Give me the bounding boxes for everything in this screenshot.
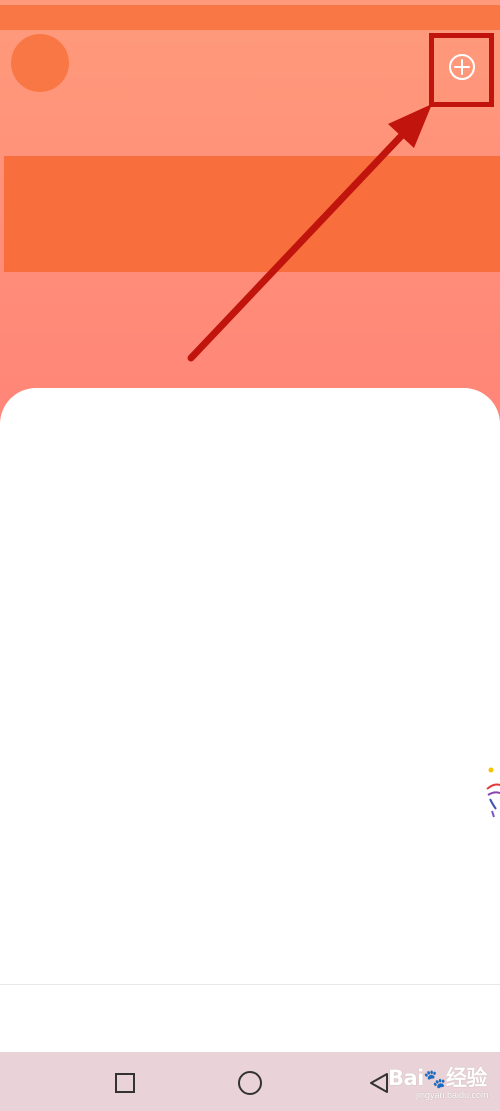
- status-bar: [0, 5, 500, 30]
- home-button[interactable]: [235, 1068, 265, 1098]
- add-button[interactable]: [443, 48, 481, 86]
- plus-circle-icon: [449, 54, 475, 80]
- recents-button[interactable]: [110, 1068, 140, 1098]
- square-icon: [115, 1073, 135, 1093]
- triangle-back-icon: [370, 1073, 388, 1093]
- banner[interactable]: [4, 156, 500, 272]
- avatar[interactable]: [11, 34, 69, 92]
- circle-icon: [238, 1071, 262, 1095]
- back-button[interactable]: [364, 1068, 394, 1098]
- content-card: [0, 388, 500, 988]
- divider: [0, 984, 500, 985]
- confetti-icon: [486, 767, 500, 818]
